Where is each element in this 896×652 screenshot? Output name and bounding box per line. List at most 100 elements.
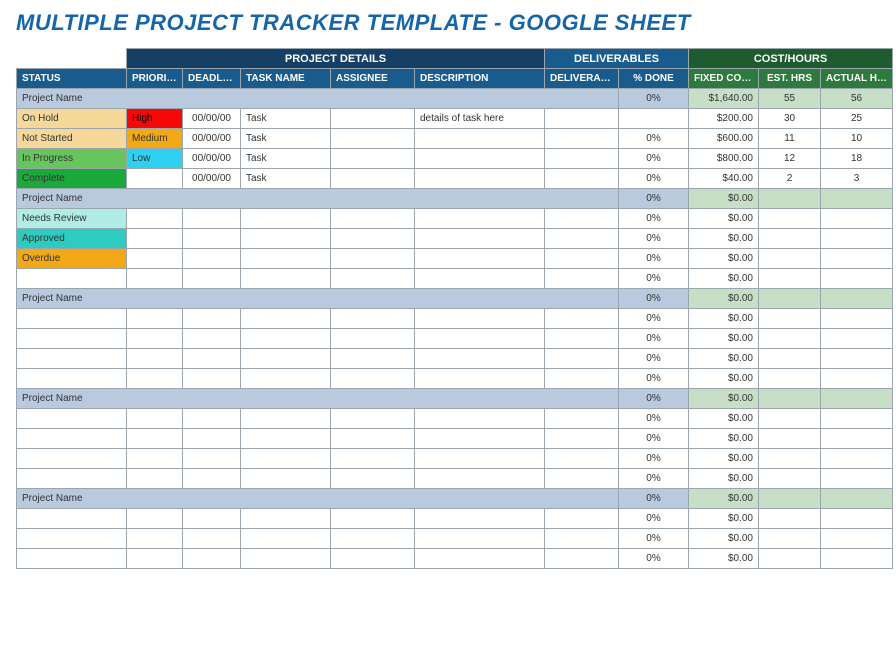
project-est-hrs[interactable] bbox=[759, 389, 821, 409]
deadline-cell[interactable] bbox=[183, 329, 241, 349]
status-cell[interactable] bbox=[17, 429, 127, 449]
fixed-cost-cell[interactable]: $0.00 bbox=[689, 229, 759, 249]
task-row[interactable]: 0%$0.00 bbox=[17, 309, 893, 329]
est-hrs-cell[interactable] bbox=[759, 369, 821, 389]
project-summary-row[interactable]: Project Name0%$0.00 bbox=[17, 389, 893, 409]
task-name-cell[interactable] bbox=[241, 349, 331, 369]
status-cell[interactable] bbox=[17, 329, 127, 349]
task-name-cell[interactable]: Task bbox=[241, 149, 331, 169]
assignee-cell[interactable] bbox=[331, 329, 415, 349]
task-name-cell[interactable] bbox=[241, 469, 331, 489]
fixed-cost-cell[interactable]: $0.00 bbox=[689, 429, 759, 449]
project-est-hrs[interactable]: 55 bbox=[759, 89, 821, 109]
deliverable-cell[interactable] bbox=[545, 509, 619, 529]
status-cell[interactable]: Overdue bbox=[17, 249, 127, 269]
deliverable-cell[interactable] bbox=[545, 149, 619, 169]
priority-cell[interactable]: High bbox=[127, 109, 183, 129]
deadline-cell[interactable] bbox=[183, 529, 241, 549]
task-row[interactable]: 0%$0.00 bbox=[17, 529, 893, 549]
project-actual-hrs[interactable]: 56 bbox=[821, 89, 893, 109]
status-cell[interactable] bbox=[17, 529, 127, 549]
priority-cell[interactable] bbox=[127, 449, 183, 469]
assignee-cell[interactable] bbox=[331, 549, 415, 569]
assignee-cell[interactable] bbox=[331, 509, 415, 529]
pct-done-cell[interactable]: 0% bbox=[619, 329, 689, 349]
actual-hrs-cell[interactable] bbox=[821, 429, 893, 449]
description-cell[interactable] bbox=[415, 329, 545, 349]
description-cell[interactable] bbox=[415, 409, 545, 429]
priority-cell[interactable] bbox=[127, 429, 183, 449]
priority-cell[interactable] bbox=[127, 349, 183, 369]
deadline-cell[interactable] bbox=[183, 229, 241, 249]
actual-hrs-cell[interactable]: 10 bbox=[821, 129, 893, 149]
pct-done-cell[interactable]: 0% bbox=[619, 469, 689, 489]
project-actual-hrs[interactable] bbox=[821, 389, 893, 409]
description-cell[interactable] bbox=[415, 229, 545, 249]
project-est-hrs[interactable] bbox=[759, 489, 821, 509]
task-name-cell[interactable] bbox=[241, 509, 331, 529]
task-row[interactable]: Overdue0%$0.00 bbox=[17, 249, 893, 269]
deliverable-cell[interactable] bbox=[545, 369, 619, 389]
fixed-cost-cell[interactable]: $0.00 bbox=[689, 469, 759, 489]
task-name-cell[interactable] bbox=[241, 209, 331, 229]
description-cell[interactable] bbox=[415, 269, 545, 289]
col-actual-hrs[interactable]: ACTUAL HRS bbox=[821, 69, 893, 89]
assignee-cell[interactable] bbox=[331, 309, 415, 329]
pct-done-cell[interactable]: 0% bbox=[619, 169, 689, 189]
actual-hrs-cell[interactable] bbox=[821, 369, 893, 389]
deliverable-cell[interactable] bbox=[545, 529, 619, 549]
est-hrs-cell[interactable] bbox=[759, 469, 821, 489]
actual-hrs-cell[interactable] bbox=[821, 549, 893, 569]
fixed-cost-cell[interactable]: $40.00 bbox=[689, 169, 759, 189]
task-row[interactable]: 0%$0.00 bbox=[17, 269, 893, 289]
est-hrs-cell[interactable] bbox=[759, 249, 821, 269]
deliverable-cell[interactable] bbox=[545, 469, 619, 489]
actual-hrs-cell[interactable]: 25 bbox=[821, 109, 893, 129]
status-cell[interactable] bbox=[17, 409, 127, 429]
description-cell[interactable] bbox=[415, 549, 545, 569]
task-row[interactable]: Not StartedMedium00/00/00Task0%$600.0011… bbox=[17, 129, 893, 149]
description-cell[interactable] bbox=[415, 369, 545, 389]
pct-done-cell[interactable]: 0% bbox=[619, 409, 689, 429]
actual-hrs-cell[interactable] bbox=[821, 349, 893, 369]
task-name-cell[interactable]: Task bbox=[241, 109, 331, 129]
actual-hrs-cell[interactable] bbox=[821, 469, 893, 489]
priority-cell[interactable] bbox=[127, 249, 183, 269]
status-cell[interactable] bbox=[17, 509, 127, 529]
task-row[interactable]: Complete00/00/00Task0%$40.0023 bbox=[17, 169, 893, 189]
status-cell[interactable] bbox=[17, 269, 127, 289]
deadline-cell[interactable] bbox=[183, 249, 241, 269]
est-hrs-cell[interactable] bbox=[759, 269, 821, 289]
project-fixed-cost[interactable]: $0.00 bbox=[689, 489, 759, 509]
status-cell[interactable]: Needs Review bbox=[17, 209, 127, 229]
est-hrs-cell[interactable] bbox=[759, 509, 821, 529]
fixed-cost-cell[interactable]: $0.00 bbox=[689, 549, 759, 569]
actual-hrs-cell[interactable] bbox=[821, 269, 893, 289]
pct-done-cell[interactable]: 0% bbox=[619, 129, 689, 149]
task-name-cell[interactable]: Task bbox=[241, 169, 331, 189]
project-name-cell[interactable]: Project Name bbox=[17, 289, 619, 309]
task-row[interactable]: 0%$0.00 bbox=[17, 329, 893, 349]
project-fixed-cost[interactable]: $0.00 bbox=[689, 189, 759, 209]
project-est-hrs[interactable] bbox=[759, 289, 821, 309]
description-cell[interactable] bbox=[415, 429, 545, 449]
priority-cell[interactable] bbox=[127, 469, 183, 489]
est-hrs-cell[interactable] bbox=[759, 529, 821, 549]
priority-cell[interactable] bbox=[127, 369, 183, 389]
status-cell[interactable] bbox=[17, 549, 127, 569]
status-cell[interactable] bbox=[17, 369, 127, 389]
task-row[interactable]: On HoldHigh00/00/00Taskdetails of task h… bbox=[17, 109, 893, 129]
task-row[interactable]: 0%$0.00 bbox=[17, 449, 893, 469]
assignee-cell[interactable] bbox=[331, 169, 415, 189]
pct-done-cell[interactable]: 0% bbox=[619, 349, 689, 369]
task-row[interactable]: 0%$0.00 bbox=[17, 509, 893, 529]
project-name-cell[interactable]: Project Name bbox=[17, 89, 619, 109]
deliverable-cell[interactable] bbox=[545, 129, 619, 149]
status-cell[interactable] bbox=[17, 469, 127, 489]
col-status[interactable]: STATUS bbox=[17, 69, 127, 89]
task-name-cell[interactable] bbox=[241, 229, 331, 249]
task-name-cell[interactable] bbox=[241, 529, 331, 549]
priority-cell[interactable] bbox=[127, 229, 183, 249]
project-pct-done[interactable]: 0% bbox=[619, 289, 689, 309]
deadline-cell[interactable]: 00/00/00 bbox=[183, 149, 241, 169]
